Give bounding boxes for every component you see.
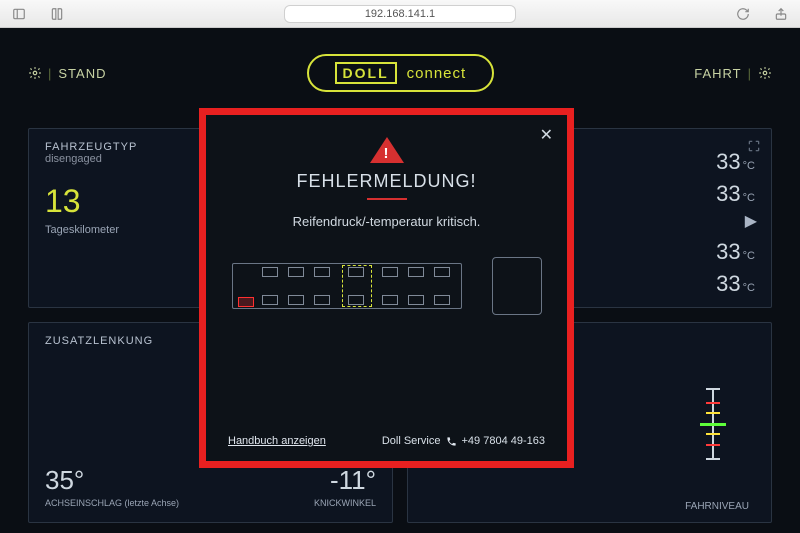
articulation-label: KNICKWINKEL: [314, 498, 376, 508]
trailer-diagram: [232, 247, 542, 327]
articulation-value: -11°: [314, 465, 376, 496]
share-icon[interactable]: [774, 7, 788, 21]
mode-fahrt[interactable]: FAHRT |: [694, 66, 772, 81]
axle-angle-value: 35°: [45, 465, 179, 496]
level-scale: [693, 388, 733, 458]
service-contact: Doll Service +49 7804 49-163: [382, 435, 545, 447]
browser-toolbar: 192.168.141.1: [0, 0, 800, 28]
gear-icon: [28, 66, 42, 80]
app-header: | STAND DOLL connect FAHRT |: [28, 54, 772, 92]
logo-primary: DOLL: [335, 62, 397, 84]
modal-title: FEHLERMELDUNG!: [228, 171, 545, 192]
modal-message: Reifendruck/-temperatur kritisch.: [228, 214, 545, 229]
handbook-link[interactable]: Handbuch anzeigen: [228, 435, 326, 447]
temp-reading: 33°C: [716, 239, 755, 265]
mode-fahrt-label: FAHRT: [694, 66, 741, 81]
close-icon[interactable]: ✕: [540, 125, 553, 145]
temp-reading: 33°C: [716, 271, 755, 297]
sidebar-icon[interactable]: [12, 7, 26, 21]
logo[interactable]: DOLL connect: [307, 54, 495, 92]
logo-secondary: connect: [407, 65, 467, 82]
mode-stand-label: STAND: [58, 66, 106, 81]
book-icon[interactable]: [50, 7, 64, 21]
gear-icon: [758, 66, 772, 80]
url-field[interactable]: 192.168.141.1: [284, 5, 516, 23]
phone-icon: [446, 436, 457, 447]
level-label: FAHRNIVEAU: [685, 501, 749, 512]
chevron-right-icon[interactable]: ▶: [745, 211, 757, 231]
warning-icon: [370, 137, 404, 163]
refresh-icon[interactable]: [736, 7, 750, 21]
axle-angle-label: ACHSEINSCHLAG (letzte Achse): [45, 498, 179, 508]
wheel-critical: [238, 297, 254, 307]
mode-stand[interactable]: | STAND: [28, 66, 107, 81]
temp-reading: 33°C: [716, 149, 755, 175]
temp-reading: 33°C: [716, 181, 755, 207]
error-modal: ✕ FEHLERMELDUNG! Reifendruck/-temperatur…: [199, 108, 574, 468]
